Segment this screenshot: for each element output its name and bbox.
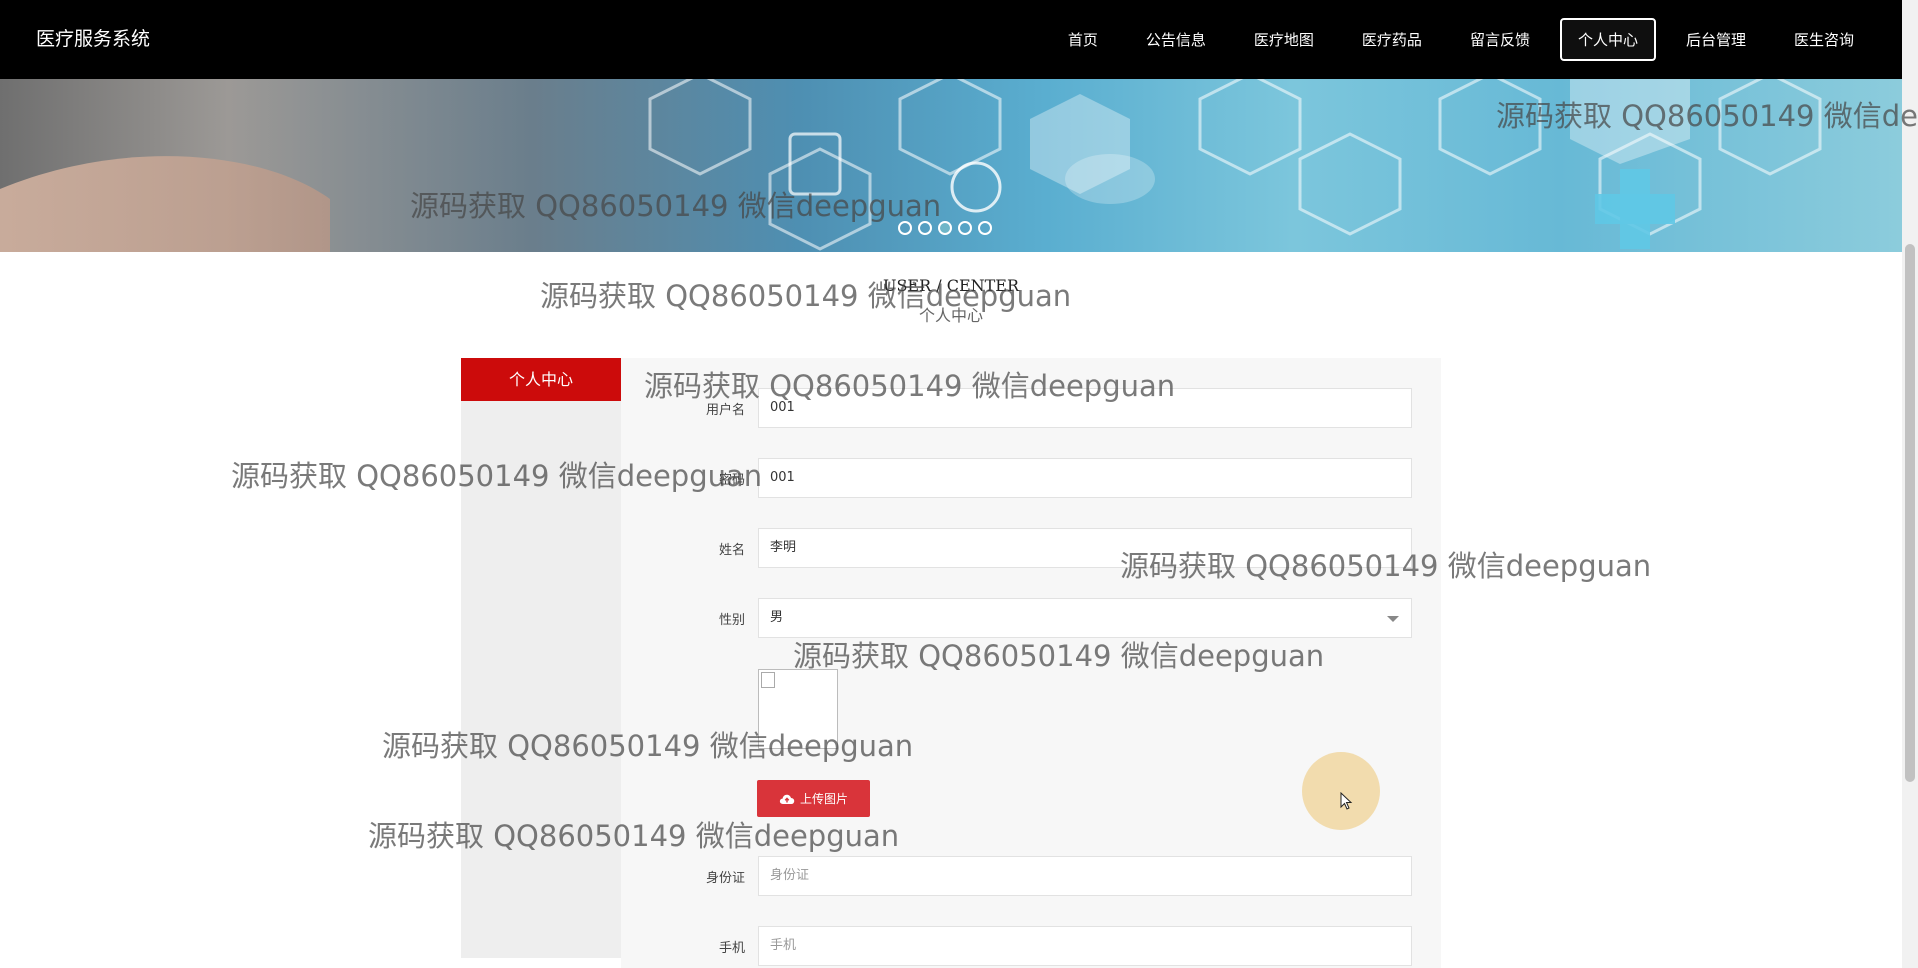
site-brand[interactable]: 医疗服务系统 xyxy=(36,0,150,78)
gender-select-value: 男 xyxy=(770,610,784,625)
nav-user-center[interactable]: 个人中心 xyxy=(1559,17,1656,61)
phone-label: 手机 xyxy=(718,941,745,956)
sidebar xyxy=(461,358,621,958)
nav-announcements[interactable]: 公告信息 xyxy=(1128,18,1224,61)
gender-label: 性别 xyxy=(718,613,745,628)
nav-admin[interactable]: 后台管理 xyxy=(1668,18,1764,61)
nav-feedback[interactable]: 留言反馈 xyxy=(1452,18,1548,61)
sidebar-item-user-center[interactable]: 个人中心 xyxy=(461,358,621,401)
password-field[interactable]: 001 xyxy=(758,458,1412,498)
avatar-image xyxy=(758,669,838,749)
carousel-dot[interactable] xyxy=(978,221,992,235)
mouse-pointer-icon xyxy=(1340,792,1353,810)
upload-button-label: 上传图片 xyxy=(799,792,848,806)
top-navbar: 医疗服务系统 首页 公告信息 医疗地图 医疗药品 留言反馈 个人中心 后台管理 … xyxy=(0,0,1902,79)
id-card-label: 身份证 xyxy=(705,871,745,886)
name-field[interactable]: 李明 xyxy=(758,528,1412,568)
password-label: 密码 xyxy=(718,473,745,488)
upload-image-button[interactable]: 上传图片 xyxy=(757,780,870,817)
carousel-dots xyxy=(898,221,992,235)
gender-select[interactable]: 男 xyxy=(758,598,1412,638)
carousel-dot[interactable] xyxy=(898,221,912,235)
carousel-dot[interactable] xyxy=(958,221,972,235)
phone-placeholder: 手机 xyxy=(770,938,797,953)
carousel-dot-active[interactable] xyxy=(938,221,952,235)
section-title-en: USER / CENTER xyxy=(882,276,1020,295)
carousel-dot[interactable] xyxy=(918,221,932,235)
chevron-down-icon xyxy=(1387,616,1399,622)
main-nav: 首页 公告信息 医疗地图 医疗药品 留言反馈 个人中心 后台管理 医生咨询 xyxy=(1038,0,1872,78)
id-card-placeholder: 身份证 xyxy=(770,868,810,883)
id-card-field[interactable]: 身份证 xyxy=(758,856,1412,896)
nav-home[interactable]: 首页 xyxy=(1050,18,1116,61)
cloud-upload-icon xyxy=(779,794,795,804)
section-title-zh: 个人中心 xyxy=(918,306,983,325)
username-label: 用户名 xyxy=(705,403,745,418)
scrollbar-thumb[interactable] xyxy=(1905,244,1915,782)
phone-field[interactable]: 手机 xyxy=(758,926,1412,966)
name-label: 姓名 xyxy=(718,543,745,558)
nav-medical-map[interactable]: 医疗地图 xyxy=(1236,18,1332,61)
nav-medicines[interactable]: 医疗药品 xyxy=(1344,18,1440,61)
nav-doctor-consult[interactable]: 医生咨询 xyxy=(1776,18,1872,61)
cursor-highlight xyxy=(1302,752,1380,830)
broken-image-icon xyxy=(761,672,775,688)
username-field[interactable]: 001 xyxy=(758,388,1412,428)
